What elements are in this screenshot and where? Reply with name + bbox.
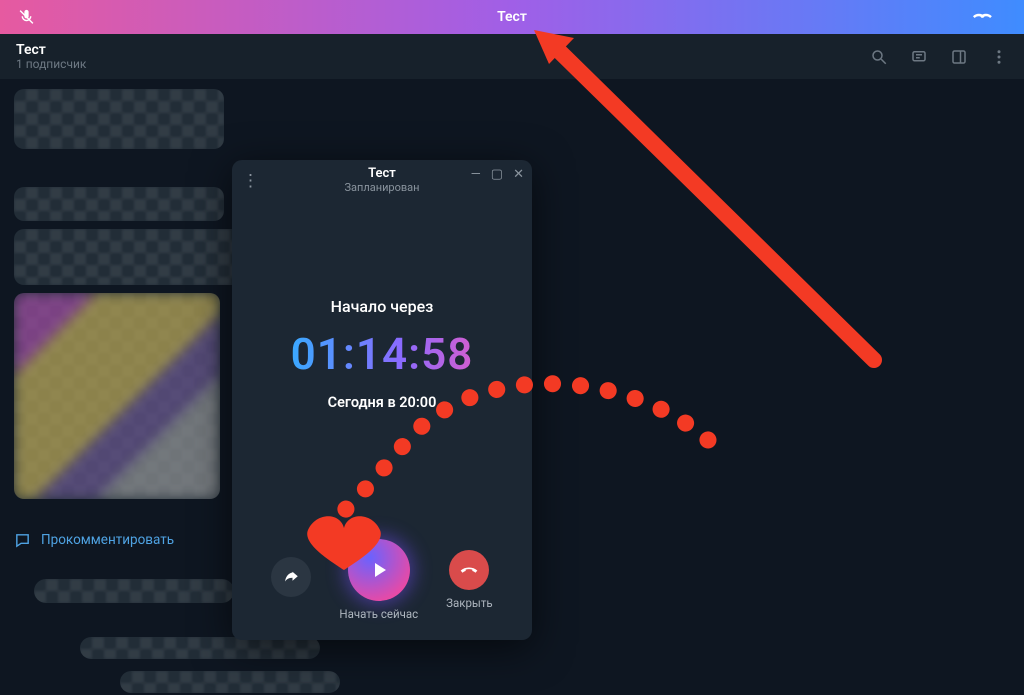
scheduled-time: Сегодня в 20:00 xyxy=(328,394,437,411)
message-blurred xyxy=(34,579,234,603)
voice-chat-title: Тест xyxy=(497,9,527,25)
countdown-timer: 01:14:58 xyxy=(291,328,474,380)
maximize-icon[interactable]: ▢ xyxy=(491,168,503,181)
voice-chat-bar[interactable]: Тест xyxy=(0,0,1024,34)
message-image-blurred xyxy=(14,293,220,499)
comment-link-label: Прокомментировать xyxy=(41,532,174,548)
hangup-icon[interactable] xyxy=(972,5,996,29)
start-in-label: Начало через xyxy=(331,297,434,316)
popup-actions: Начать сейчас Закрыть xyxy=(232,525,532,640)
play-icon xyxy=(367,558,391,582)
side-panel-icon[interactable] xyxy=(950,48,968,66)
share-icon xyxy=(282,568,300,586)
chat-header: Тест 1 подписчик xyxy=(0,34,1024,79)
close-call-label: Закрыть xyxy=(446,596,492,610)
popup-status: Запланирован xyxy=(345,182,420,195)
close-icon[interactable]: ✕ xyxy=(513,168,524,181)
channel-subtitle: 1 подписчик xyxy=(16,58,86,72)
comment-link[interactable]: Прокомментировать xyxy=(14,525,244,555)
start-now-button[interactable] xyxy=(348,539,410,601)
message-blurred xyxy=(120,671,340,693)
search-icon[interactable] xyxy=(870,48,888,66)
close-call-button[interactable] xyxy=(449,550,489,590)
share-button[interactable] xyxy=(271,557,311,597)
message-blurred xyxy=(14,229,244,285)
stream-chat-icon[interactable] xyxy=(910,48,928,66)
channel-title[interactable]: Тест xyxy=(16,42,86,58)
popup-title: Тест xyxy=(345,167,420,182)
message-blurred xyxy=(14,89,224,149)
mic-muted-icon[interactable] xyxy=(18,9,35,26)
comment-bubble-icon xyxy=(14,532,31,549)
scheduled-call-popup: ⋮ Тест Запланирован — ▢ ✕ Начало через 0… xyxy=(232,160,532,640)
popup-titlebar: ⋮ Тест Запланирован — ▢ ✕ xyxy=(232,160,532,202)
start-now-label: Начать сейчас xyxy=(339,607,418,621)
minimize-icon[interactable]: — xyxy=(471,168,481,181)
message-blurred xyxy=(14,187,224,221)
popup-menu-icon[interactable]: ⋮ xyxy=(242,171,259,191)
hangup-icon xyxy=(459,560,479,580)
message-blurred xyxy=(80,637,320,659)
more-vert-icon[interactable] xyxy=(990,48,1008,66)
